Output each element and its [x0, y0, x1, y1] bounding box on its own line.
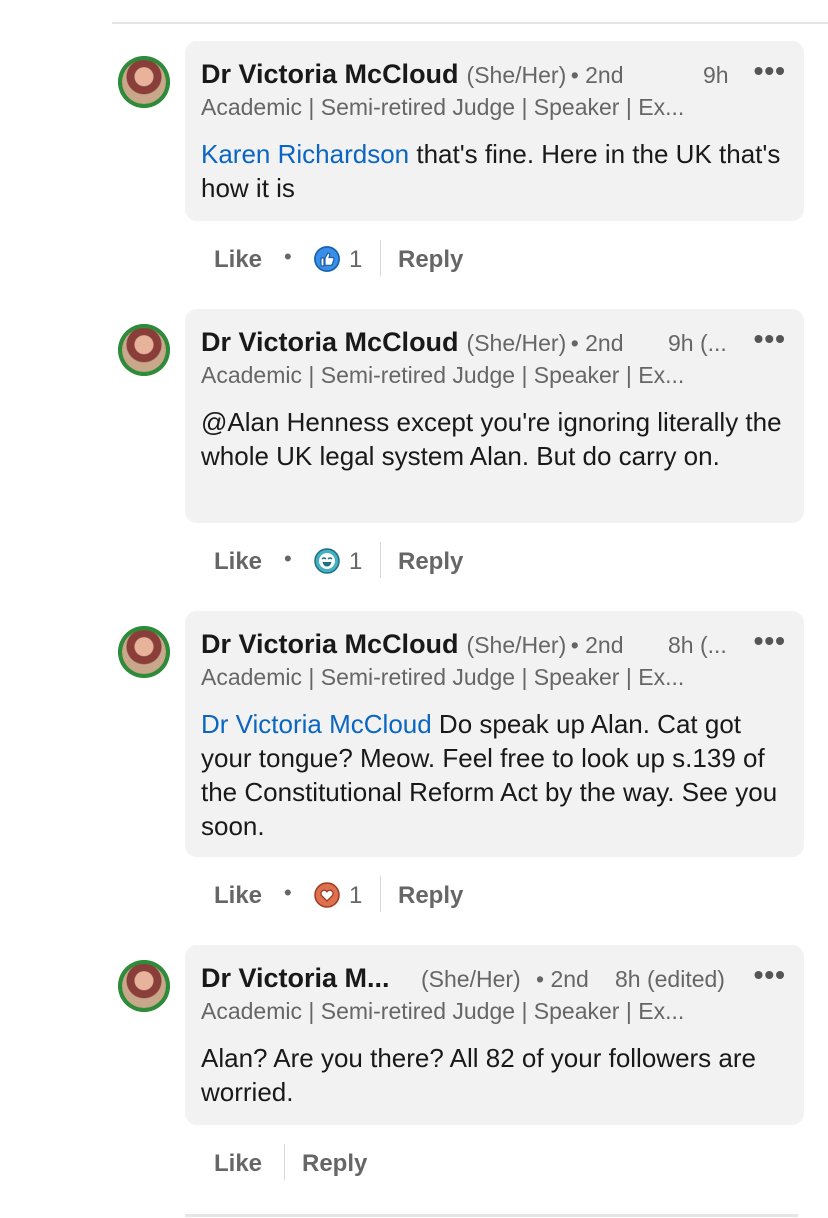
thumbs-up-icon[interactable] [314, 246, 340, 272]
author-headline: Academic | Semi-retired Judge | Speaker … [201, 362, 685, 388]
author-headline: Academic | Semi-retired Judge | Speaker … [201, 664, 685, 690]
avatar[interactable] [118, 960, 170, 1012]
comment-text: Alan? Are you there? All 82 of your foll… [201, 1041, 786, 1109]
author-headline: Academic | Semi-retired Judge | Speaker … [201, 94, 685, 120]
connection-degree: • 2nd [570, 330, 624, 356]
connection-degree: • 2nd [536, 966, 589, 992]
comment-header: Dr Victoria McCloud (She/Her) • 2nd 9h ••… [201, 55, 788, 93]
comment-bubble: Dr Victoria M... (She/Her) • 2nd 8h (edi… [185, 945, 804, 1125]
like-button[interactable]: Like [214, 548, 262, 576]
avatar[interactable] [118, 626, 170, 678]
comment-header: Dr Victoria M... (She/Her) • 2nd 8h (edi… [201, 959, 788, 997]
comment-bubble: Dr Victoria McCloud (She/Her) • 2nd 9h ••… [185, 41, 804, 221]
comment-body: Alan? Are you there? All 82 of your foll… [201, 1043, 756, 1107]
funny-face-icon[interactable] [314, 548, 340, 574]
divider [185, 1214, 798, 1217]
divider [380, 542, 381, 578]
divider [380, 240, 381, 276]
divider [380, 876, 381, 912]
comment-text: Dr Victoria McCloud Do speak up Alan. Ca… [201, 707, 786, 843]
pronouns: (She/Her) [466, 330, 567, 356]
reaction-count[interactable]: 1 [349, 246, 362, 274]
reply-button[interactable]: Reply [398, 246, 463, 274]
connection-degree: • 2nd [570, 62, 624, 88]
divider [112, 22, 828, 24]
reply-button[interactable]: Reply [302, 1150, 367, 1178]
timestamp: 9h (... [668, 330, 727, 356]
timestamp: 9h [703, 62, 729, 88]
like-button[interactable]: Like [214, 246, 262, 274]
author-headline: Academic | Semi-retired Judge | Speaker … [201, 998, 685, 1024]
author-name[interactable]: Dr Victoria McCloud [201, 59, 459, 89]
comment-bubble: Dr Victoria McCloud (She/Her) • 2nd 9h (.… [185, 309, 804, 523]
comment-text: @Alan Henness except you're ignoring lit… [201, 405, 786, 473]
timestamp: 8h (edited) [615, 966, 725, 992]
like-button[interactable]: Like [214, 1150, 262, 1178]
author-name[interactable]: Dr Victoria McCloud [201, 629, 459, 659]
pronouns: (She/Her) [466, 62, 567, 88]
reply-button[interactable]: Reply [398, 882, 463, 910]
divider [284, 1144, 285, 1180]
avatar[interactable] [118, 56, 170, 108]
like-button[interactable]: Like [214, 882, 262, 910]
reaction-count[interactable]: 1 [349, 548, 362, 576]
timestamp: 8h (... [668, 632, 727, 658]
comment-header: Dr Victoria McCloud (She/Her) • 2nd 8h (.… [201, 625, 788, 663]
comment-body: @Alan Henness except you're ignoring lit… [201, 407, 782, 471]
more-options-icon[interactable]: ••• [754, 959, 786, 991]
connection-degree: • 2nd [570, 632, 624, 658]
dot-separator: • [284, 880, 292, 905]
more-options-icon[interactable]: ••• [754, 323, 786, 355]
author-name[interactable]: Dr Victoria M... [201, 963, 390, 993]
mention-link[interactable]: Karen Richardson [201, 139, 409, 169]
comment-header: Dr Victoria McCloud (She/Her) • 2nd 9h (.… [201, 323, 788, 361]
more-options-icon[interactable]: ••• [754, 625, 786, 657]
pronouns: (She/Her) [466, 632, 567, 658]
heart-icon[interactable] [314, 882, 340, 908]
dot-separator: • [284, 244, 292, 269]
more-options-icon[interactable]: ••• [754, 55, 786, 87]
mention-link[interactable]: Dr Victoria McCloud [201, 709, 432, 739]
comment-bubble: Dr Victoria McCloud (She/Her) • 2nd 8h (.… [185, 611, 804, 857]
reaction-count[interactable]: 1 [349, 882, 362, 910]
reply-button[interactable]: Reply [398, 548, 463, 576]
dot-separator: • [284, 546, 292, 571]
comment-text: Karen Richardson that's fine. Here in th… [201, 137, 786, 205]
avatar[interactable] [118, 324, 170, 376]
pronouns: (She/Her) [421, 966, 521, 992]
author-name[interactable]: Dr Victoria McCloud [201, 327, 459, 357]
